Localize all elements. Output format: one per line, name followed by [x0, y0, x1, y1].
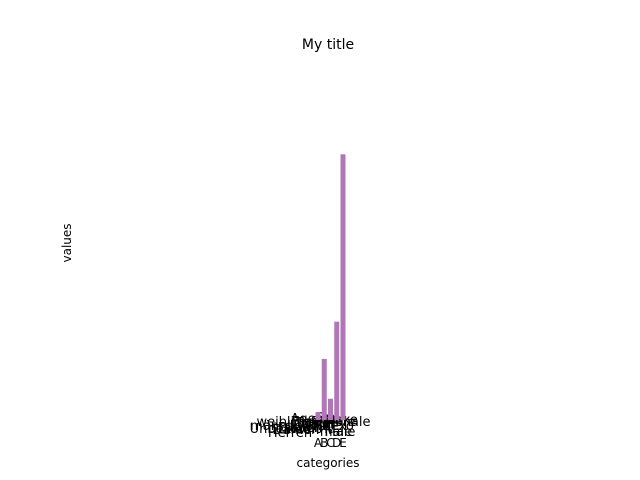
bar-chart: My title values categories weiblichmännl…: [60, 37, 371, 470]
x-axis-label: categories: [297, 456, 360, 470]
annotation-layer: weiblichmännlichUnbekanntHerrenDamenfema…: [250, 411, 371, 441]
chart-title: My title: [302, 37, 354, 53]
bar-E: [340, 154, 346, 421]
x-tick-label: E: [339, 436, 347, 450]
y-axis-label: values: [60, 223, 74, 262]
bar-B: [321, 358, 327, 420]
bar-A: [315, 412, 321, 420]
bars-layer: [315, 154, 346, 421]
bar-C: [328, 398, 333, 420]
x-tick-labels: ABCDE: [314, 436, 347, 450]
bar-D: [334, 321, 340, 420]
